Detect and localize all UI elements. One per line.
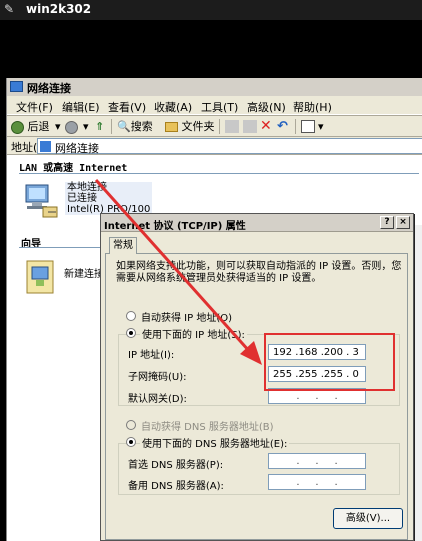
network-connections-icon: [40, 141, 51, 152]
lan-connection-icon[interactable]: [23, 183, 61, 219]
manual-dns-radio[interactable]: [126, 437, 136, 447]
move-to-icon[interactable]: [225, 120, 239, 133]
session-title: win2k302: [26, 2, 92, 16]
menu-tools[interactable]: 工具(T): [201, 99, 238, 115]
back-dropdown[interactable]: ▾: [55, 118, 61, 135]
delete-icon[interactable]: ✕: [260, 118, 272, 135]
session-bar: ✎ win2k302: [0, 0, 422, 20]
preferred-dns-input[interactable]: . . .: [268, 453, 366, 469]
folder-icon: [165, 122, 178, 132]
address-input[interactable]: 网络连接: [37, 138, 422, 155]
menu-edit[interactable]: 编辑(E): [62, 99, 100, 115]
help-button[interactable]: ?: [380, 216, 394, 229]
forward-button[interactable]: [65, 118, 78, 135]
up-folder-icon[interactable]: ⇑: [95, 118, 104, 135]
dialog-description: 如果网络支持此功能，则可以获取自动指派的 IP 设置。否则，您需要从网络系统管理…: [116, 261, 402, 284]
search-button[interactable]: 🔍搜索: [117, 118, 153, 135]
address-value: 网络连接: [55, 142, 99, 155]
pin-icon[interactable]: ✎: [4, 2, 14, 16]
menu-view[interactable]: 查看(V): [108, 99, 146, 115]
new-connection-wizard-label[interactable]: 新建连接: [64, 265, 104, 280]
alternate-dns-dots: . . .: [296, 477, 338, 488]
forward-arrow-icon: [65, 120, 78, 134]
advanced-button[interactable]: 高级(V)...: [333, 508, 403, 529]
toolbar: 后退 ▾ ▾ ⇑ 🔍搜索 文件夹 ✕ ↶ ▾: [7, 115, 422, 137]
forward-dropdown[interactable]: ▾: [83, 118, 89, 135]
auto-ip-radio[interactable]: [126, 311, 136, 321]
lan-connection-status: 已连接: [67, 193, 97, 204]
explorer-title: 网络连接: [27, 82, 71, 95]
ip-address-label: IP 地址(I):: [128, 350, 175, 361]
lan-connection-name: 本地连接: [67, 182, 107, 193]
copy-to-icon[interactable]: [243, 120, 257, 133]
group-header-lan: LAN 或高速 Internet: [19, 163, 128, 174]
address-bar: 地址(D) 网络连接: [7, 137, 422, 155]
subnet-mask-label: 子网掩码(U):: [128, 372, 187, 383]
back-button[interactable]: 后退: [11, 118, 50, 135]
menu-advanced[interactable]: 高级(N): [247, 99, 286, 115]
auto-dns-label[interactable]: 自动获得 DNS 服务器地址(B): [141, 418, 274, 433]
dialog-title: Internet 协议 (TCP/IP) 属性: [104, 221, 246, 232]
menu-favorites[interactable]: 收藏(A): [154, 99, 192, 115]
dialog-title-bar[interactable]: Internet 协议 (TCP/IP) 属性 ? ×: [101, 214, 413, 232]
folders-button[interactable]: 文件夹: [165, 118, 215, 135]
gateway-dots: . . .: [296, 391, 338, 402]
menu-help[interactable]: 帮助(H): [293, 99, 332, 115]
toolbar-separator: [219, 119, 220, 134]
auto-ip-label[interactable]: 自动获得 IP 地址(O): [141, 309, 232, 324]
group-divider: [19, 247, 109, 248]
manual-ip-radio[interactable]: [126, 328, 136, 338]
views-dropdown[interactable]: ▾: [318, 118, 324, 135]
close-button[interactable]: ×: [396, 216, 410, 229]
alternate-dns-label: 备用 DNS 服务器(A):: [128, 481, 224, 492]
manual-dns-label[interactable]: 使用下面的 DNS 服务器地址(E):: [140, 435, 290, 450]
group-divider: [19, 173, 419, 174]
toolbar-separator: [111, 119, 112, 134]
menu-file[interactable]: 文件(F): [16, 99, 53, 115]
toolbar-separator: [295, 119, 296, 134]
back-arrow-icon: [11, 120, 24, 134]
undo-icon[interactable]: ↶: [277, 118, 288, 135]
manual-ip-label[interactable]: 使用下面的 IP 地址(S):: [140, 326, 247, 341]
preferred-dns-label: 首选 DNS 服务器(P):: [128, 460, 224, 471]
search-icon: 🔍: [117, 120, 131, 133]
new-connection-wizard-icon[interactable]: [24, 258, 58, 296]
preferred-dns-dots: . . .: [296, 456, 338, 467]
highlight-box: [264, 333, 395, 391]
tab-general[interactable]: 常规: [109, 237, 137, 254]
views-icon[interactable]: [301, 120, 315, 133]
default-gateway-label: 默认网关(D):: [128, 394, 187, 405]
explorer-title-bar[interactable]: 网络连接: [7, 78, 422, 96]
lan-connection-item[interactable]: 本地连接 已连接 Intel(R) PRO/100: [65, 182, 153, 215]
auto-dns-radio[interactable]: [126, 420, 136, 430]
network-connections-icon: [10, 81, 23, 92]
alternate-dns-input[interactable]: . . .: [268, 474, 366, 490]
menu-bar: 文件(F) 编辑(E) 查看(V) 收藏(A) 工具(T) 高级(N) 帮助(H…: [7, 96, 422, 115]
